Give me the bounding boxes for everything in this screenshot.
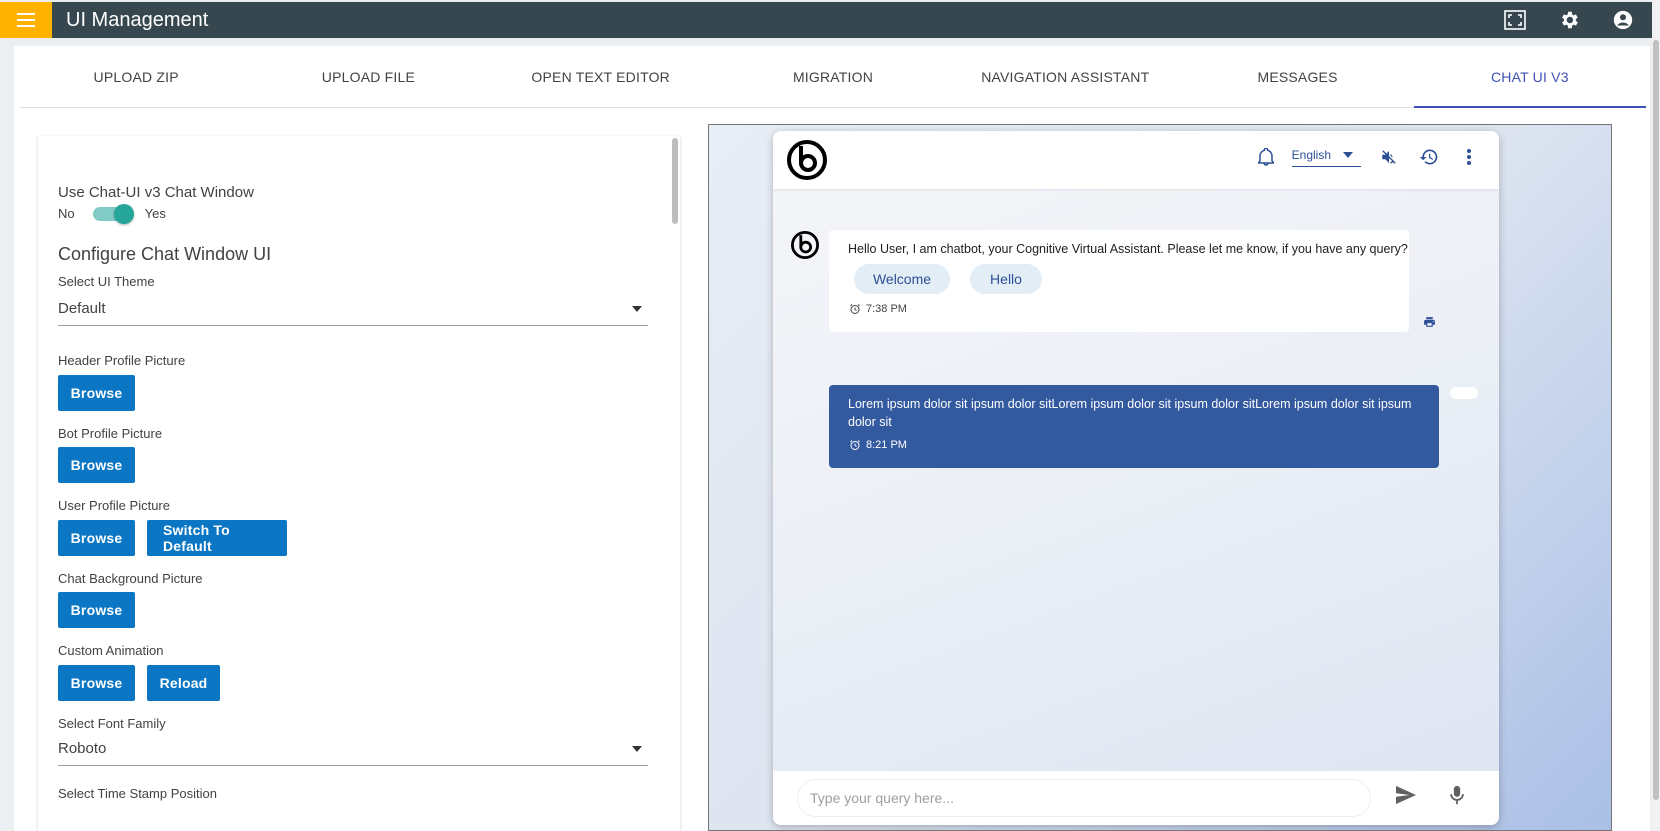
tab-navigation-assistant[interactable]: NAVIGATION ASSISTANT: [949, 46, 1181, 107]
mic-icon: [1450, 785, 1464, 805]
user-message-text: Lorem ipsum dolor sit ipsum dolor sitLor…: [848, 397, 1412, 429]
fullscreen-icon: [1504, 10, 1526, 30]
tab-bar: UPLOAD ZIP UPLOAD FILE OPEN TEXT EDITOR …: [20, 46, 1647, 108]
history-icon: [1419, 149, 1438, 165]
config-scrollbar[interactable]: [670, 136, 680, 831]
top-app-bar: UI Management: [0, 2, 1652, 38]
user-pic-label: User Profile Picture: [58, 498, 170, 513]
bot-pic-browse-button[interactable]: Browse: [58, 447, 135, 483]
theme-label: Select UI Theme: [58, 274, 155, 289]
bot-message-text: Hello User, I am chatbot, your Cognitive…: [848, 242, 1408, 256]
main-card: UPLOAD ZIP UPLOAD FILE OPEN TEXT EDITOR …: [14, 46, 1650, 831]
toggle-yes-label: Yes: [144, 206, 166, 221]
print-icon: [1424, 317, 1435, 327]
settings-button[interactable]: [1554, 5, 1584, 35]
page-scrollbar[interactable]: [1652, 0, 1660, 831]
caret-down-icon: [1343, 151, 1353, 158]
suggestion-chip-hello[interactable]: Hello: [970, 264, 1042, 294]
language-value: English: [1291, 147, 1331, 162]
chat-window: English Hello User, I am chatbot, your C…: [773, 131, 1499, 825]
fullscreen-button[interactable]: [1500, 5, 1530, 35]
timestamp-position-label: Select Time Stamp Position: [58, 786, 217, 801]
chat-footer: [773, 771, 1499, 825]
account-icon: [1613, 10, 1633, 30]
alarm-icon: [850, 440, 860, 450]
caret-down-icon: [632, 745, 642, 752]
print-button[interactable]: [1423, 315, 1436, 333]
menu-button[interactable]: [0, 2, 52, 38]
suggestion-chip-welcome[interactable]: Welcome: [854, 264, 950, 294]
gear-icon: [1562, 11, 1578, 29]
notification-button[interactable]: [1254, 145, 1278, 169]
theme-value: Default: [58, 300, 106, 317]
user-timestamp: 8:21 PM: [849, 439, 907, 451]
bg-pic-label: Chat Background Picture: [58, 571, 203, 586]
bot-timestamp: 7:38 PM: [849, 303, 907, 315]
font-label: Select Font Family: [58, 716, 166, 731]
user-pic-browse-button[interactable]: Browse: [58, 520, 135, 556]
theme-select[interactable]: Default: [58, 292, 648, 326]
user-time-text: 8:21 PM: [866, 439, 907, 451]
tab-upload-zip[interactable]: UPLOAD ZIP: [20, 46, 252, 107]
more-vert-icon: [1467, 149, 1471, 165]
bot-logo-icon: [787, 140, 827, 180]
tab-upload-file[interactable]: UPLOAD FILE: [252, 46, 484, 107]
config-panel: Use Chat-UI v3 Chat Window No Yes Config…: [38, 136, 680, 831]
tab-chat-ui-v3[interactable]: CHAT UI V3: [1413, 46, 1647, 108]
bot-logo: [787, 140, 827, 185]
app-title: UI Management: [66, 8, 209, 31]
user-avatar: [1450, 387, 1478, 399]
tab-messages[interactable]: MESSAGES: [1181, 46, 1413, 107]
user-message: Lorem ipsum dolor sit ipsum dolor sitLor…: [829, 385, 1439, 468]
tab-open-text-editor[interactable]: OPEN TEXT EDITOR: [485, 46, 717, 107]
language-select[interactable]: English: [1291, 147, 1361, 167]
account-button[interactable]: [1608, 5, 1638, 35]
menu-icon: [17, 13, 35, 27]
chat-preview: English Hello User, I am chatbot, your C…: [708, 124, 1612, 831]
bell-icon: [1257, 148, 1274, 166]
use-chat-label: Use Chat-UI v3 Chat Window: [58, 184, 254, 201]
animation-label: Custom Animation: [58, 643, 164, 658]
more-options-button[interactable]: [1457, 145, 1481, 169]
query-input[interactable]: [797, 779, 1371, 817]
reload-button[interactable]: Reload: [147, 665, 220, 701]
section-title: Configure Chat Window UI: [58, 244, 272, 264]
font-value: Roboto: [58, 740, 107, 757]
animation-browse-button[interactable]: Browse: [58, 665, 135, 701]
bot-time-text: 7:38 PM: [866, 303, 907, 315]
font-select[interactable]: Roboto: [58, 732, 648, 766]
bot-logo-icon: [791, 231, 819, 259]
mute-button[interactable]: [1377, 145, 1401, 169]
bot-avatar: [791, 231, 819, 264]
header-pic-browse-button[interactable]: Browse: [58, 375, 135, 411]
bg-pic-browse-button[interactable]: Browse: [58, 592, 135, 628]
caret-down-icon: [632, 305, 642, 312]
chat-header: English: [773, 131, 1499, 189]
send-button[interactable]: [1395, 785, 1417, 810]
bot-message: Hello User, I am chatbot, your Cognitive…: [829, 230, 1409, 332]
chat-ui-toggle[interactable]: [92, 203, 134, 224]
mic-button[interactable]: [1449, 785, 1465, 810]
toggle-no-label: No: [58, 206, 75, 221]
bot-pic-label: Bot Profile Picture: [58, 426, 163, 441]
history-button[interactable]: [1417, 145, 1441, 169]
header-pic-label: Header Profile Picture: [58, 353, 186, 368]
volume-off-icon: [1382, 150, 1396, 164]
alarm-icon: [850, 304, 860, 314]
switch-to-default-button[interactable]: Switch To Default: [147, 520, 287, 556]
tab-migration[interactable]: MIGRATION: [717, 46, 949, 107]
send-icon: [1396, 785, 1416, 805]
